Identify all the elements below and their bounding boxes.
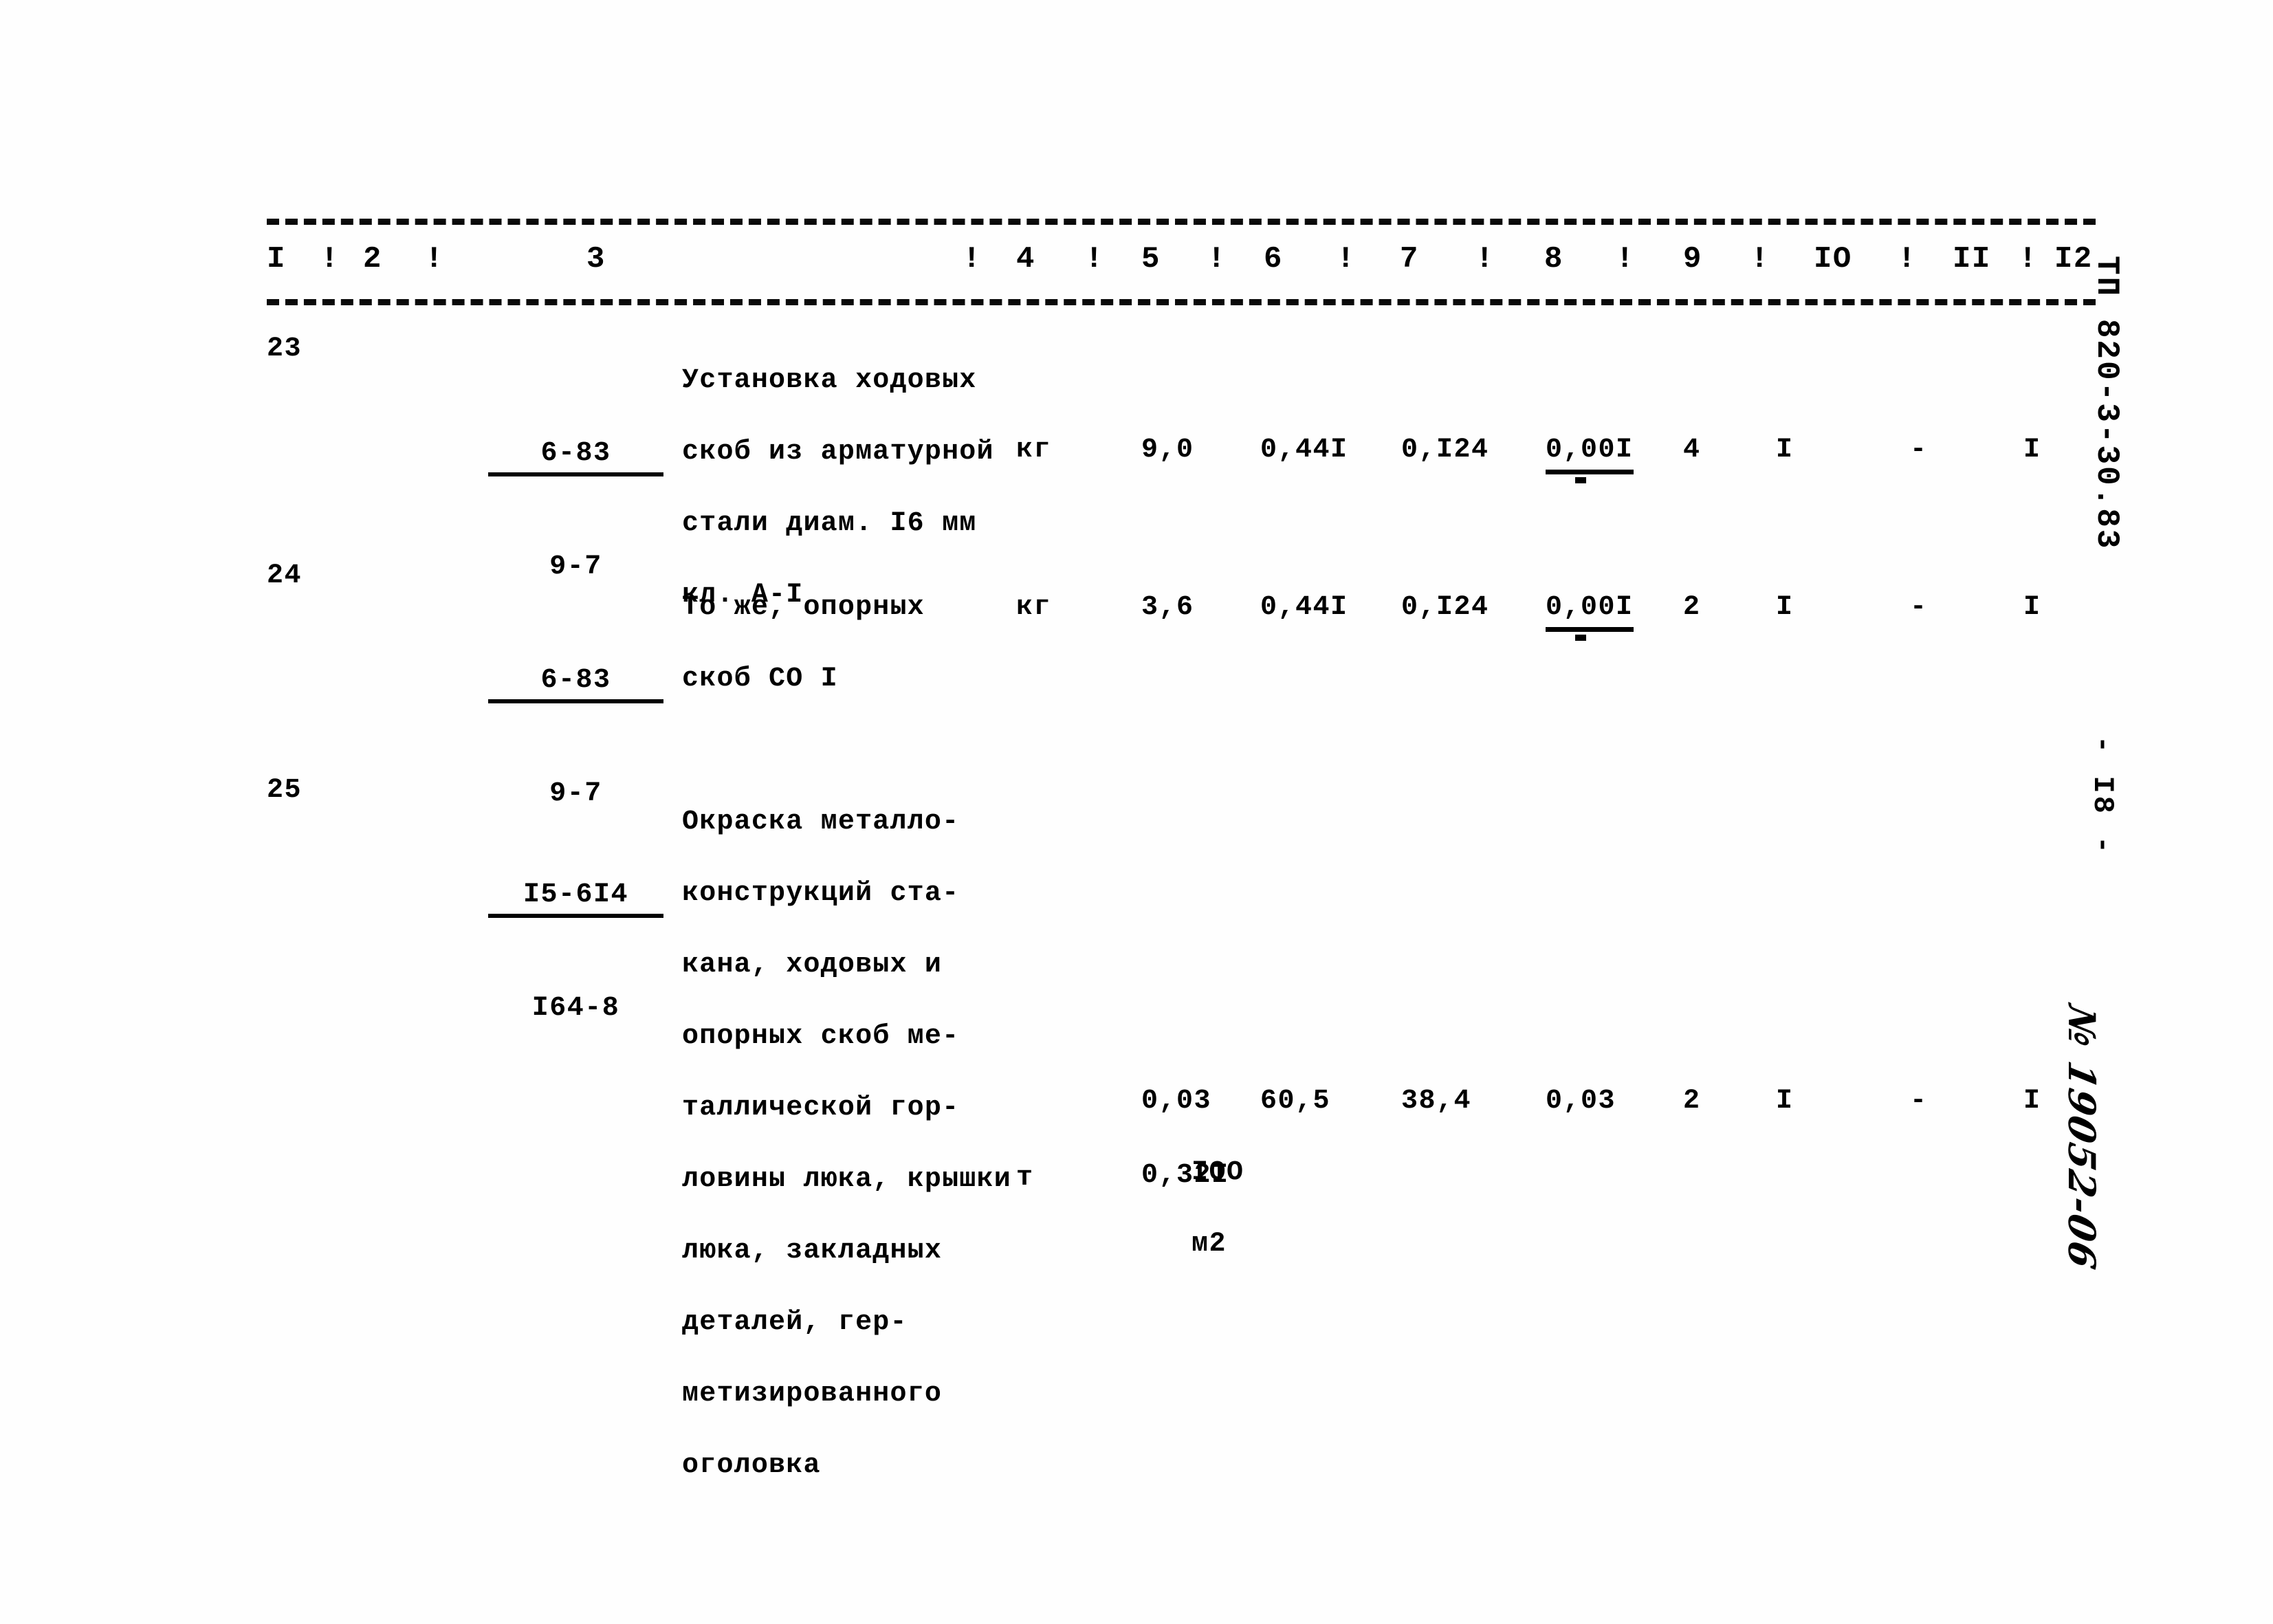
row-value-8-text: 0,00I bbox=[1546, 432, 1634, 483]
description-line: стали диам. I6 мм bbox=[682, 508, 977, 539]
row-value-8: 0,00I bbox=[1546, 432, 1666, 483]
row-value-9: 4 bbox=[1683, 435, 1701, 465]
row-value-6: 0,44I bbox=[1260, 435, 1348, 465]
header-separator: ! bbox=[2019, 242, 2037, 276]
header-separator: ! bbox=[320, 242, 339, 276]
row-value-11: - bbox=[1910, 592, 1928, 623]
header-separator: ! bbox=[425, 242, 443, 276]
row-unit-secondary: т bbox=[1016, 1163, 1034, 1194]
row-value-10: I bbox=[1776, 1086, 1794, 1117]
header-separator: ! bbox=[963, 242, 981, 276]
header-separator: ! bbox=[1616, 242, 1634, 276]
description-line: опорных скоб ме- bbox=[682, 1021, 960, 1052]
description-line: То же, опорных bbox=[682, 592, 925, 623]
column-header-5: 5 bbox=[1141, 242, 1161, 276]
handwritten-note: № 19052-06 bbox=[2060, 1001, 2104, 1274]
column-header-3: 3 bbox=[586, 242, 606, 276]
header-separator: ! bbox=[1207, 242, 1226, 276]
description-line: ловины люка, крышки bbox=[682, 1164, 1011, 1195]
row-value-5: 9,0 bbox=[1141, 435, 1194, 465]
row-value-9: 2 bbox=[1683, 1086, 1701, 1117]
description-line: конструкций ста- bbox=[682, 878, 960, 909]
header-separator: ! bbox=[1475, 242, 1494, 276]
column-header-7: 7 bbox=[1400, 242, 1419, 276]
table-row: 25 I5-6I4 I64-8 Окраска металло- констру… bbox=[267, 745, 2096, 1481]
header-separator: ! bbox=[1085, 242, 1103, 276]
row-number: 23 bbox=[267, 333, 303, 364]
table-header-rule bbox=[267, 299, 2096, 305]
column-header-10: IO bbox=[1814, 242, 1852, 276]
description-line: деталей, гер- bbox=[682, 1307, 908, 1338]
description-line: Установка ходовых bbox=[682, 365, 977, 396]
description-line: кана, ходовых и bbox=[682, 950, 943, 980]
header-separator: ! bbox=[1337, 242, 1355, 276]
column-header-4: 4 bbox=[1016, 242, 1035, 276]
row-value-8: 0,03 bbox=[1546, 1086, 1616, 1117]
column-header-12: I2 bbox=[2054, 242, 2093, 276]
row-value-8: 0,00I bbox=[1546, 590, 1666, 641]
description-line: оголовка bbox=[682, 1450, 821, 1481]
row-value-11: - bbox=[1910, 1086, 1928, 1117]
column-header-9: 9 bbox=[1683, 242, 1702, 276]
description-line: таллической гор- bbox=[682, 1093, 960, 1123]
row-value-7: 38,4 bbox=[1401, 1086, 1472, 1117]
row-number: 25 bbox=[267, 775, 303, 806]
column-header-11: II bbox=[1953, 242, 1991, 276]
row-value-11: - bbox=[1910, 435, 1928, 465]
row-unit: кг bbox=[1016, 592, 1052, 623]
row-value-10: I bbox=[1776, 592, 1794, 623]
row-description: Окраска металло- конструкций ста- кана, … bbox=[542, 769, 1011, 1519]
specification-table: I ! 2 ! 3 ! 4 ! 5 ! 6 ! 7 ! 8 ! 9 ! IO !… bbox=[267, 219, 2096, 1481]
row-value-7: 0,I24 bbox=[1401, 435, 1489, 465]
document-page: I ! 2 ! 3 ! 4 ! 5 ! 6 ! 7 ! 8 ! 9 ! IO !… bbox=[0, 0, 2273, 1624]
row-value-10: I bbox=[1776, 435, 1794, 465]
document-code-label: ТП 820-3-30.83 bbox=[2089, 256, 2124, 551]
row-value-6: 60,5 bbox=[1260, 1086, 1331, 1117]
description-line: люка, закладных bbox=[682, 1236, 943, 1266]
row-value-7: 0,I24 bbox=[1401, 592, 1489, 623]
description-line: скоб СО I bbox=[682, 663, 838, 694]
unit-line-2: м2 bbox=[1192, 1229, 1227, 1260]
row-number: 24 bbox=[267, 560, 303, 591]
column-header-2: 2 bbox=[363, 242, 382, 276]
page-number-label: - I8 - bbox=[2086, 736, 2119, 857]
row-value-6: 0,44I bbox=[1260, 592, 1348, 623]
description-line: Окраска металло- bbox=[682, 806, 960, 837]
table-row: 24 6-83 9-7 То же, опорных скоб СО I кг … bbox=[267, 539, 2096, 809]
column-header-1: I bbox=[267, 242, 286, 276]
description-line: метизированного bbox=[682, 1379, 943, 1409]
row-unit: кг bbox=[1016, 435, 1052, 465]
column-header-6: 6 bbox=[1264, 242, 1283, 276]
table-row: 23 6-83 9-7 Установка ходовых скоб из ар… bbox=[267, 305, 2096, 611]
row-value-9: 2 bbox=[1683, 592, 1701, 623]
header-separator: ! bbox=[1898, 242, 1916, 276]
row-value-12: I bbox=[2023, 592, 2041, 623]
header-separator: ! bbox=[1750, 242, 1769, 276]
row-value-5: 3,6 bbox=[1141, 592, 1194, 623]
row-description: То же, опорных скоб СО I bbox=[542, 554, 1009, 733]
row-code: I5-6I4 I64-8 bbox=[348, 770, 664, 1134]
row-value-12: I bbox=[2023, 435, 2041, 465]
table-top-rule bbox=[267, 219, 2096, 225]
row-value-5: 0,03 bbox=[1141, 1086, 1212, 1117]
row-value-5-secondary: 0,32I bbox=[1141, 1160, 1229, 1191]
column-header-8: 8 bbox=[1544, 242, 1563, 276]
row-value-8-text: 0,00I bbox=[1546, 590, 1634, 641]
row-unit: IOO м2 bbox=[1016, 1084, 1243, 1334]
description-line: скоб из арматурной bbox=[682, 437, 994, 468]
table-header-row: I ! 2 ! 3 ! 4 ! 5 ! 6 ! 7 ! 8 ! 9 ! IO !… bbox=[267, 225, 2096, 299]
